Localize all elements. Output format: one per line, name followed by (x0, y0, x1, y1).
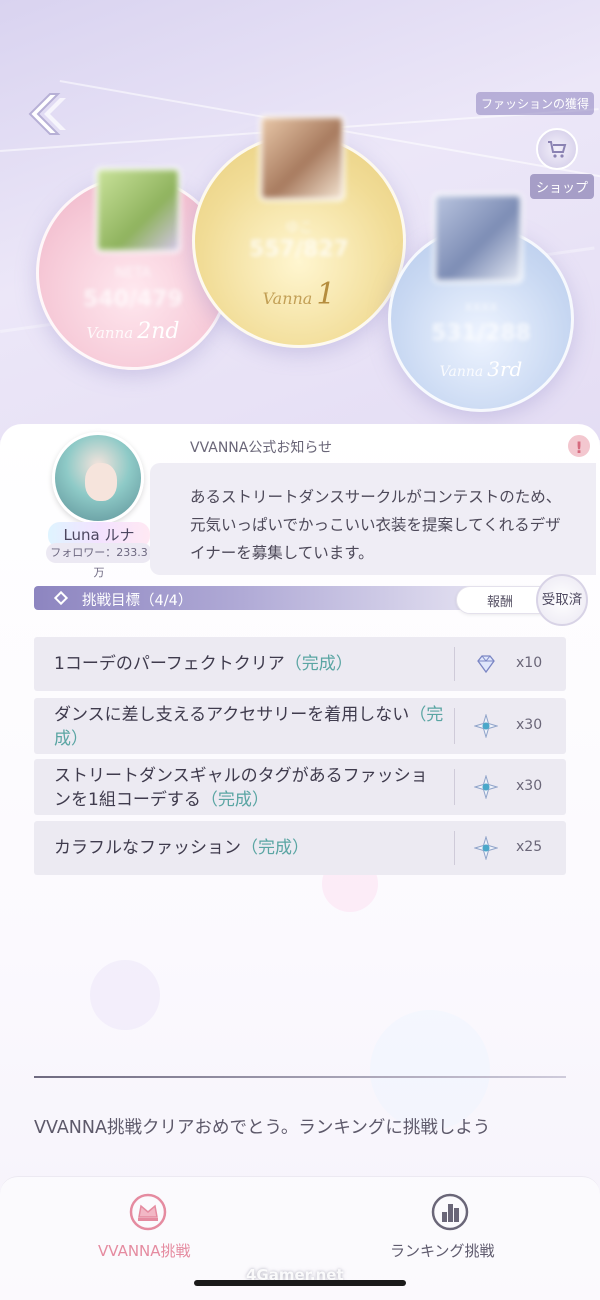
entrant-photo (433, 193, 523, 283)
reward-qty: x30 (516, 717, 543, 733)
notice-title: VVANNA公式お知らせ (190, 440, 333, 456)
star-gem-icon (474, 714, 498, 738)
entrant-score: 557/827 (249, 237, 349, 262)
reward-qty: x25 (516, 839, 543, 855)
entrant-photo (259, 115, 345, 201)
bokeh-light (370, 1010, 490, 1130)
task-text: 1コーデのパーフェクトクリア（完成） (54, 652, 353, 676)
task-label: 1コーデのパーフェクトクリア (54, 654, 285, 674)
shop-label[interactable]: ショップ (529, 174, 594, 199)
divider (454, 769, 455, 805)
task-label: ダンスに差し支えるアクセサリーを着用しない (54, 705, 410, 725)
podium-first[interactable]: ゆこ 557/827 Vanna 1 (192, 115, 406, 348)
designer-avatar[interactable] (52, 432, 144, 524)
reward-qty: x30 (516, 778, 543, 794)
task-row: ダンスに差し支えるアクセサリーを着用しない（完成） x30 (34, 698, 566, 754)
crown-badge-icon (129, 1193, 167, 1231)
tab-label: ランキング挑戦 (390, 1242, 495, 1260)
avatar-face (85, 463, 117, 501)
ranking-icon (431, 1193, 469, 1231)
task-text: カラフルなファッション（完成） (54, 836, 309, 860)
star-gem-icon (474, 775, 498, 799)
entrant-name: ゆこ (285, 220, 313, 236)
ranking-header: NETA 540/479 Vanna 2nd ゆこ 557/827 Vanna 1 … (0, 0, 600, 440)
rank-label: Vanna 1 (195, 277, 403, 312)
rank-label: Vanna 3rd (391, 357, 571, 381)
entrant-name: xxxx (464, 299, 498, 315)
rank-number: 1 (316, 277, 336, 312)
cart-icon (548, 141, 567, 158)
notice-body: あるストリートダンスサークルがコンテストのため、元気いっぱいでかっこいい衣装を提… (190, 488, 562, 562)
star-gem-icon (474, 836, 498, 860)
task-row: カラフルなファッション（完成） x25 (34, 821, 566, 875)
claimed-badge[interactable]: 受取済 (536, 574, 588, 626)
divider (454, 831, 455, 865)
congrats-message: VVANNA挑戦クリアおめでとう。ランキングに挑戦しよう (34, 1118, 491, 1138)
back-arrow-icon (28, 93, 66, 135)
back-button[interactable] (24, 88, 76, 140)
reward-label: 報酬 (487, 595, 514, 610)
divider (454, 647, 455, 681)
objectives-title: 挑戦目標（4/4） (82, 593, 193, 609)
task-row: ストリートダンスギャルのタグがあるファッションを1組コーデする（完成） x30 (34, 759, 566, 815)
shop-button[interactable] (536, 128, 578, 170)
podium-script: Vanna (439, 364, 484, 380)
follower-count: フォロワー：233.3万 (46, 543, 152, 579)
podium-script: Vanna (262, 289, 313, 308)
task-status: （完成） (284, 654, 353, 674)
task-label: カラフルなファッション (54, 838, 241, 858)
task-row: 1コーデのパーフェクトクリア（完成） x10 (34, 637, 566, 691)
task-status: （完成） (241, 838, 309, 858)
rank-number: 2nd (137, 319, 180, 344)
reward-qty: x10 (516, 655, 543, 671)
tab-label: VVANNA挑戦 (98, 1242, 191, 1260)
fashion-acquire-button[interactable]: ファッションの獲得 (475, 92, 594, 115)
home-indicator[interactable] (194, 1280, 406, 1286)
divider (454, 708, 455, 744)
task-status: （完成） (200, 790, 269, 810)
section-divider (34, 1076, 566, 1078)
entrant-score: 531/288 (431, 321, 531, 346)
alert-icon[interactable]: ! (566, 433, 592, 459)
task-text: ダンスに差し支えるアクセサリーを着用しない（完成） (54, 703, 444, 751)
rank-label: Vanna 2nd (39, 319, 227, 344)
task-text: ストリートダンスギャルのタグがあるファッションを1組コーデする（完成） (54, 764, 444, 812)
entrant-photo (95, 167, 181, 253)
podium-third[interactable]: xxxx 531/288 Vanna 3rd (388, 193, 574, 412)
rank-number: 3rd (487, 357, 523, 381)
tab-vvanna-challenge[interactable]: VVANNA挑戦 (70, 1186, 230, 1266)
diamond-icon (477, 655, 495, 674)
tab-ranking-challenge[interactable]: ランキング挑戦 (370, 1186, 530, 1266)
bokeh-light (90, 960, 160, 1030)
podium-script: Vanna (86, 324, 134, 342)
